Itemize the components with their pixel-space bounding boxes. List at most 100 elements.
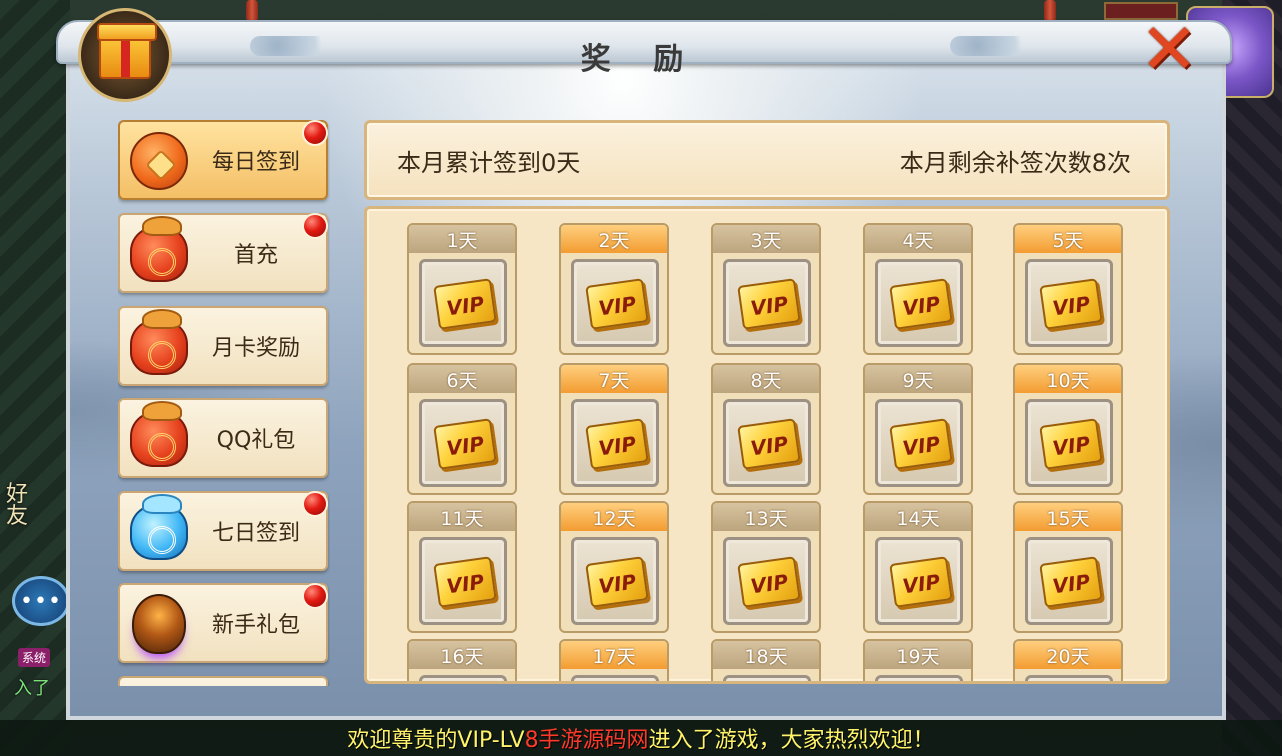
vip-card-icon: VIP: [889, 556, 953, 608]
vip-card-icon: VIP: [737, 418, 801, 470]
day-reward-cell[interactable]: 4天 VIP: [863, 223, 973, 355]
day-label: 1天: [409, 225, 515, 253]
day-reward-cell[interactable]: 8天 VIP: [711, 363, 821, 495]
hanging-rope-right: [1044, 0, 1056, 22]
day-reward-cell[interactable]: 3天 VIP: [711, 223, 821, 355]
day-label: 7天: [561, 365, 667, 393]
window-title: 奖 励: [580, 42, 700, 77]
day-label: 19天: [865, 641, 971, 669]
day-reward-cell[interactable]: 10天 VIP: [1013, 363, 1123, 495]
system-badge: 系统: [18, 648, 51, 667]
reward-item-slot[interactable]: VIP: [723, 399, 811, 487]
day-label: 10天: [1015, 365, 1121, 393]
reward-item-slot[interactable]: VIP: [723, 537, 811, 625]
menu-item-label: 首充: [233, 243, 278, 268]
day-reward-cell[interactable]: 2天 VIP: [559, 223, 669, 355]
day-reward-cell[interactable]: 13天 VIP: [711, 501, 821, 633]
vip-card-icon: VIP: [585, 556, 649, 608]
chat-icon[interactable]: •••: [12, 576, 70, 626]
menu-item[interactable]: 首充: [118, 213, 328, 293]
vip-card-text: VIP: [748, 431, 790, 461]
reward-item-slot[interactable]: VIP: [571, 537, 659, 625]
vip-card-text: VIP: [444, 291, 486, 321]
vip-card-icon: VIP: [1039, 278, 1103, 330]
vip-card-text: VIP: [596, 569, 638, 599]
reward-item-slot[interactable]: VIP: [419, 259, 507, 347]
day-reward-cell[interactable]: 19天 VIP: [863, 639, 973, 681]
reward-item-slot[interactable]: VIP: [875, 675, 963, 681]
reward-item-slot[interactable]: VIP: [875, 537, 963, 625]
day-reward-cell[interactable]: 16天 VIP: [407, 639, 517, 681]
day-label: 14天: [865, 503, 971, 531]
reward-item-slot[interactable]: VIP: [419, 399, 507, 487]
menu-item[interactable]: 每日签到: [118, 120, 328, 200]
day-reward-cell[interactable]: 12天 VIP: [559, 501, 669, 633]
day-label: 3天: [713, 225, 819, 253]
reward-item-slot[interactable]: VIP: [571, 259, 659, 347]
vip-card-icon: VIP: [585, 418, 649, 470]
vip-card-text: VIP: [1050, 431, 1092, 461]
day-reward-cell[interactable]: 18天 VIP: [711, 639, 821, 681]
reward-item-slot[interactable]: VIP: [875, 259, 963, 347]
day-label: 18天: [713, 641, 819, 669]
day-label: 17天: [561, 641, 667, 669]
menu-item[interactable]: 新手礼包: [118, 583, 328, 663]
reward-item-slot[interactable]: VIP: [1025, 259, 1113, 347]
day-label: 20天: [1015, 641, 1121, 669]
day-reward-cell[interactable]: 5天 VIP: [1013, 223, 1123, 355]
day-reward-cell[interactable]: 1天 VIP: [407, 223, 517, 355]
day-reward-cell[interactable]: 17天 VIP: [559, 639, 669, 681]
menu-item-label: 新手礼包: [211, 613, 300, 638]
day-reward-cell[interactable]: 9天 VIP: [863, 363, 973, 495]
reward-item-slot[interactable]: VIP: [875, 399, 963, 487]
day-reward-cell[interactable]: 7天 VIP: [559, 363, 669, 495]
red-bag-icon: [126, 401, 192, 472]
day-reward-cell[interactable]: 6天 VIP: [407, 363, 517, 495]
game-scene: 好友 ••• 系统 入了 奖 励 ✕ 每日签到首充月卡奖励 QQ礼包七日签到新手礼…: [0, 0, 1282, 756]
close-button[interactable]: ✕: [1138, 14, 1200, 84]
menu-item-partial[interactable]: [118, 676, 328, 686]
day-label: 15天: [1015, 503, 1121, 531]
menu-item-label: 月卡奖励: [211, 336, 300, 361]
day-reward-cell[interactable]: 14天 VIP: [863, 501, 973, 633]
day-label: 16天: [409, 641, 515, 669]
notification-dot-icon: [302, 213, 328, 239]
menu-item-label: QQ礼包: [216, 428, 296, 453]
day-reward-cell[interactable]: 15天 VIP: [1013, 501, 1123, 633]
reward-item-slot[interactable]: VIP: [571, 675, 659, 681]
friend-button[interactable]: 好友: [6, 484, 36, 528]
vip-card-icon: VIP: [889, 278, 953, 330]
reward-item-slot[interactable]: VIP: [723, 675, 811, 681]
day-label: 11天: [409, 503, 515, 531]
day-reward-cell[interactable]: 20天 VIP: [1013, 639, 1123, 681]
menu-item[interactable]: QQ礼包: [118, 398, 328, 478]
reward-item-slot[interactable]: VIP: [1025, 537, 1113, 625]
menu-item[interactable]: 月卡奖励: [118, 306, 328, 386]
day-reward-cell[interactable]: 11天 VIP: [407, 501, 517, 633]
vip-card-icon: VIP: [1039, 556, 1103, 608]
menu-item[interactable]: 七日签到: [118, 491, 328, 571]
reward-item-slot[interactable]: VIP: [419, 675, 507, 681]
sign-in-summary: 本月累计签到0天 本月剩余补签次数8次: [364, 120, 1170, 200]
vip-card-text: VIP: [748, 291, 790, 321]
day-label: 4天: [865, 225, 971, 253]
day-label: 8天: [713, 365, 819, 393]
reward-item-slot[interactable]: VIP: [723, 259, 811, 347]
remaining-makeup-text: 本月剩余补签次数8次: [899, 148, 1131, 177]
vip-card-text: VIP: [444, 569, 486, 599]
daily-reward-grid: 1天 VIP 2天 VIP 3天 VIP 4天 VIP 5天 VIP 6天 VIP 7天 VIP 8天 VIP…: [364, 206, 1170, 684]
reward-item-slot[interactable]: VIP: [1025, 399, 1113, 487]
vip-card-icon: VIP: [737, 278, 801, 330]
reward-menu: 每日签到首充月卡奖励 QQ礼包七日签到新手礼包: [118, 120, 330, 686]
reward-item-slot[interactable]: VIP: [419, 537, 507, 625]
day-label: 9天: [865, 365, 971, 393]
pouch-icon: [126, 128, 192, 194]
reward-item-slot[interactable]: VIP: [571, 399, 659, 487]
red-bag-icon: [126, 216, 192, 287]
vip-card-text: VIP: [444, 431, 486, 461]
notification-dot-icon: [302, 583, 328, 609]
vip-card-text: VIP: [1050, 291, 1092, 321]
reward-item-slot[interactable]: VIP: [1025, 675, 1113, 681]
system-message-text: 入了: [14, 678, 50, 699]
gift-icon: [78, 8, 172, 102]
